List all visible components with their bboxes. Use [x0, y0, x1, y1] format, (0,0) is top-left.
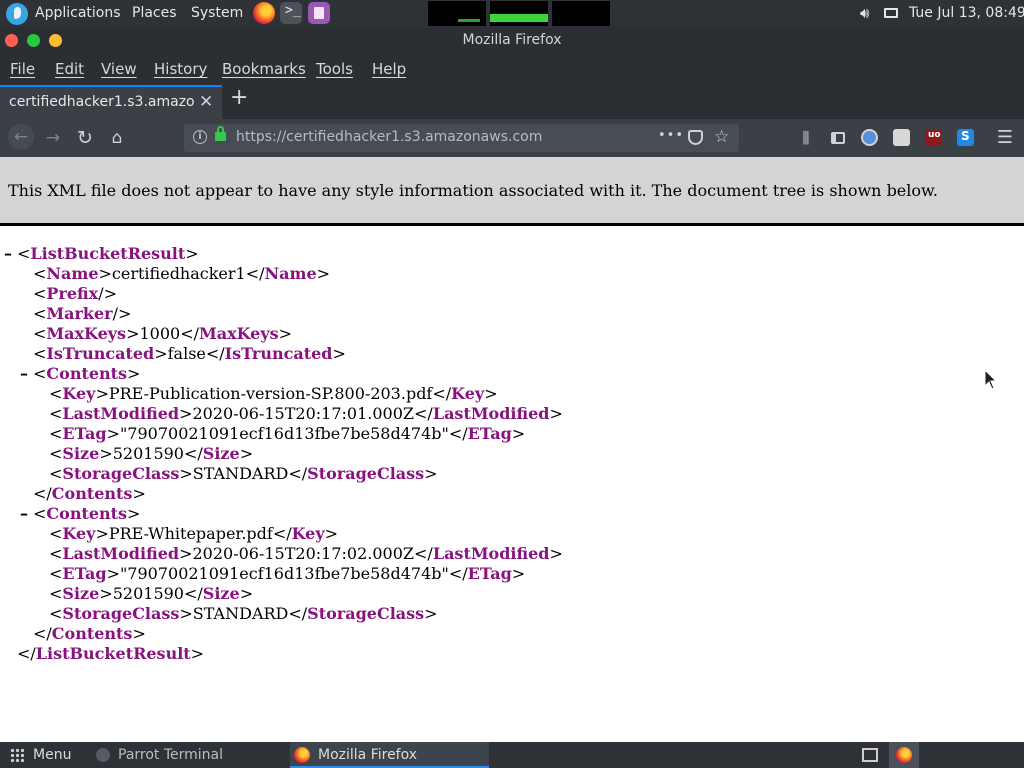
xml-value: 1000 [139, 324, 181, 343]
parrot-logo-icon[interactable] [6, 3, 28, 25]
terminal-label: Parrot Terminal [118, 747, 224, 763]
network-monitor-graph [552, 1, 610, 26]
reload-icon[interactable]: ↻ [73, 126, 97, 150]
taskbar-item-firefox[interactable]: Mozilla Firefox [290, 742, 489, 768]
grid-menu-icon [10, 747, 25, 763]
pocket-icon[interactable] [688, 130, 703, 145]
page-content: This XML file does not appear to have an… [0, 157, 1024, 742]
xml-line: </Contents> [33, 624, 146, 643]
xml-line: <StorageClass>STANDARD</StorageClass> [49, 604, 438, 623]
tray-network-icon[interactable] [862, 742, 878, 768]
firefox-icon [294, 747, 310, 763]
tab-bar: certifiedhacker1.s3.amazonaws.com ✕ + [0, 83, 1024, 119]
collapse-toggle[interactable]: – [20, 504, 32, 524]
xml-line: <Key>PRE-Whitepaper.pdf</Key> [49, 524, 339, 543]
xml-value: 2020-06-15T20:17:02.000Z [192, 544, 415, 563]
menu-view[interactable]: View [101, 60, 137, 78]
xml-value: certifiedhacker1 [111, 264, 246, 283]
tab-active[interactable]: certifiedhacker1.s3.amazonaws.com ✕ [0, 85, 222, 119]
url-text[interactable]: https://certifiedhacker1.s3.amazonaws.co… [236, 129, 542, 145]
menu-edit[interactable]: Edit [55, 60, 84, 78]
xml-value: STANDARD [192, 604, 289, 623]
applications-menu[interactable]: Applications [35, 0, 121, 27]
xml-value: STANDARD [192, 464, 289, 483]
window-title: Mozilla Firefox [462, 32, 562, 48]
menu-bar: File Edit View History Bookmarks Tools H… [0, 53, 1024, 83]
cpu-monitor-graph [428, 1, 486, 26]
firefox-launcher-icon[interactable] [253, 2, 275, 24]
xml-line: <Size>5201590</Size> [49, 584, 254, 603]
xml-line: <LastModified>2020-06-15T20:17:02.000Z</… [49, 544, 563, 563]
tray-firefox-icon[interactable] [889, 742, 919, 768]
taskbar-item-terminal[interactable]: Parrot Terminal [96, 742, 223, 768]
terminal-launcher-icon[interactable]: >_ [280, 2, 302, 24]
menu-label: Menu [33, 747, 72, 763]
xml-line: <MaxKeys>1000</MaxKeys> [33, 324, 293, 343]
volume-icon[interactable]: 🔊︎ [860, 0, 869, 27]
menu-tools[interactable]: Tools [316, 60, 353, 78]
menu-bookmarks[interactable]: Bookmarks [222, 60, 306, 78]
xml-line: <LastModified>2020-06-15T20:17:01.000Z</… [49, 404, 563, 423]
xml-line: <Marker/> [33, 304, 132, 323]
xml-value: PRE-Whitepaper.pdf [108, 524, 273, 543]
bookmark-star-icon[interactable]: ☆ [714, 127, 729, 147]
home-icon[interactable]: ⌂ [105, 126, 129, 150]
back-arrow-icon[interactable]: ← [8, 124, 34, 150]
xml-line: <ETag>"79070021091ecf16d13fbe7be58d474b"… [49, 424, 526, 443]
mouse-cursor-icon [984, 369, 998, 390]
xml-line: <Size>5201590</Size> [49, 444, 254, 463]
xml-style-notice: This XML file does not appear to have an… [0, 157, 1024, 226]
system-menu[interactable]: System [191, 0, 243, 27]
tab-title: certifiedhacker1.s3.amazonaws.com [9, 94, 195, 110]
lock-icon [215, 126, 226, 141]
xml-tag: ListBucketResult [30, 244, 186, 263]
xml-value: 2020-06-15T20:17:01.000Z [192, 404, 415, 423]
xml-line: <StorageClass>STANDARD</StorageClass> [49, 464, 438, 483]
xml-value: "79070021091ecf16d13fbe7be58d474b" [119, 564, 449, 583]
forward-arrow-icon[interactable]: → [41, 126, 65, 150]
menu-button[interactable]: Menu [10, 742, 71, 768]
places-menu[interactable]: Places [132, 0, 177, 27]
xml-value: 5201590 [112, 584, 184, 603]
sidebar-icon[interactable] [826, 126, 850, 150]
xml-line: <ETag>"79070021091ecf16d13fbe7be58d474b"… [49, 564, 526, 583]
terminal-icon [96, 748, 110, 762]
xml-value: false [167, 344, 206, 363]
navigation-toolbar: ← → ↻ ⌂ i https://certifiedhacker1.s3.am… [0, 119, 1024, 157]
account-icon[interactable] [861, 129, 878, 146]
menu-file[interactable]: File [10, 60, 35, 78]
page-actions-icon[interactable]: ••• [658, 128, 684, 143]
top-system-panel: Applications Places System >_ 🔊︎ Tue Jul… [0, 0, 1024, 27]
bottom-taskbar: Menu Parrot Terminal Mozilla Firefox [0, 742, 1024, 768]
window-titlebar: Mozilla Firefox [0, 27, 1024, 53]
extension-badger-icon[interactable] [893, 129, 910, 146]
xml-line: </ListBucketResult> [17, 644, 205, 663]
xml-line: </Contents> [33, 484, 146, 503]
collapse-toggle[interactable]: – [4, 244, 16, 264]
firefox-label: Mozilla Firefox [318, 747, 418, 763]
text-editor-launcher-icon[interactable] [308, 2, 330, 24]
new-tab-button[interactable]: + [230, 85, 248, 110]
menu-help[interactable]: Help [372, 60, 406, 78]
xml-value: "79070021091ecf16d13fbe7be58d474b" [119, 424, 449, 443]
info-icon[interactable]: i [193, 130, 207, 144]
menu-history[interactable]: History [154, 60, 207, 78]
clock[interactable]: Tue Jul 13, 08:49 [909, 0, 1024, 27]
xml-line: <IsTruncated>false</IsTruncated> [33, 344, 346, 363]
ublock-origin-icon[interactable]: uo [925, 129, 942, 146]
xml-line: <Name>certifiedhacker1</Name> [33, 264, 331, 283]
hamburger-menu-icon[interactable]: ☰ [993, 126, 1017, 150]
collapse-toggle[interactable]: – [20, 364, 32, 384]
xml-line: <Prefix/> [33, 284, 118, 303]
address-bar[interactable]: i https://certifiedhacker1.s3.amazonaws.… [184, 124, 739, 152]
tab-close-icon[interactable]: ✕ [199, 92, 213, 112]
extension-s-icon[interactable]: S [957, 129, 974, 146]
xml-value: 5201590 [112, 444, 184, 463]
xml-notice-text: This XML file does not appear to have an… [8, 181, 938, 200]
memory-monitor-graph [490, 1, 548, 26]
xml-value: PRE-Publication-version-SP.800-203.pdf [108, 384, 433, 403]
xml-line: <Key>PRE-Publication-version-SP.800-203.… [49, 384, 498, 403]
display-icon[interactable] [884, 0, 898, 27]
library-icon[interactable]: ⫼ [794, 126, 818, 150]
